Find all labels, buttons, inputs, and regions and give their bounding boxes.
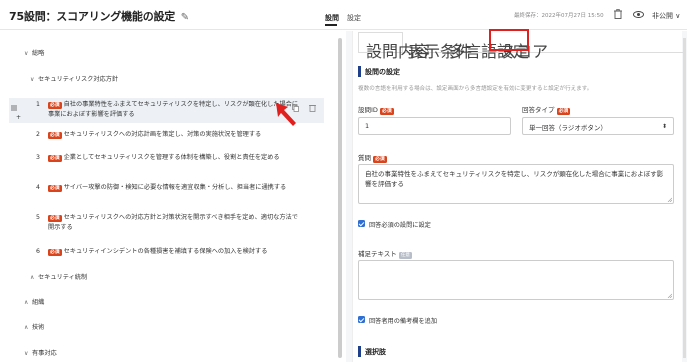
chevron-down-icon: ∨ [24,50,29,57]
required-badge: 必須 [373,155,387,163]
tree-node-label: セキュリティ統制 [38,274,88,281]
chevron-down-icon: ∨ [24,350,29,357]
answer-type-label: 回答タイプ 必須 [522,104,572,115]
page-title: 75設問：スコアリング機能の設定 ✎ [9,8,189,24]
question-text: セキュリティリスクへの対応方針と対策状況を開示すべき相手を定め、適切な方法で開示… [48,214,298,231]
tree-node-label: セキュリティリスク対応方針 [38,76,119,83]
tab-questions[interactable]: 設問 [325,14,339,22]
question-id-label-text: 設問ID [358,106,378,114]
tree-node-security-policy[interactable]: ∨ セキュリティリスク対応方針 [30,74,118,83]
question-text: セキュリティリスクへの対応計画を策定し、対策の実施状況を管理する [63,131,262,138]
question-id-value: 1 [365,122,370,130]
tree-node-organization[interactable]: ∧ 組織 [24,297,44,306]
add-icon[interactable]: + [16,114,21,121]
required-badge: 必須 [48,101,62,109]
section-bar [358,346,361,357]
chevron-up-icon: ∧ [24,324,29,331]
optional-badge: 任意 [398,251,413,259]
tree-node-label: 技術 [32,324,45,331]
supplement-label-text: 補足テキスト [358,250,397,258]
tree-scrollbar[interactable] [338,38,342,358]
page-title-text: 75設問：スコアリング機能の設定 [9,10,176,23]
choices-title: 選択肢 [365,348,386,356]
required-badge: 必須 [48,248,62,256]
active-tab-indicator [325,24,337,26]
pointer-arrow-icon [276,103,296,126]
top-bar: 75設問：スコアリング機能の設定 ✎ 設問 設定 最終保存：2022年07月27日… [0,0,687,30]
last-saved-text: 最終保存：2022年07月27日 15:50 [514,13,604,19]
question-number: 2 [36,131,40,138]
section-bar [358,66,361,77]
question-id-label: 設問ID 必須 [358,104,396,115]
required-badge: 必須 [380,107,394,115]
chevron-down-icon: ∨ [675,12,681,20]
tab-settings[interactable]: 設定 [347,14,361,22]
question-text-value: 自社の事業特性をふまえてセキュリティリスクを特定し、リスクが顕在化した場合に事業… [365,170,664,188]
required-badge: 必須 [48,154,62,162]
answer-type-select[interactable]: 単一回答（ラジオボタン） ⬍ [522,117,674,135]
question-text-field[interactable]: 自社の事業特性をふまえてセキュリティリスクを特定し、リスクが顕在化した場合に事業… [358,164,674,204]
remarks-checkbox[interactable] [358,316,365,323]
tree-node-summary[interactable]: ∨ 総略 [24,48,44,57]
section-description: 複数の言語を利用する場合は、設定画面から多言語設定を有効に変更すると設定が行えま… [358,86,593,92]
section-title: 設問の設定 [365,68,400,76]
select-arrows-icon: ⬍ [661,123,667,130]
visibility-status-label: 非公開 [652,12,673,20]
drag-handle-icon[interactable] [11,105,17,111]
eye-icon[interactable] [633,11,644,18]
score-tab-highlight [489,29,529,51]
question-label-text: 質問 [358,154,371,162]
edit-title-icon[interactable]: ✎ [181,12,189,23]
question-number: 5 [36,214,40,221]
remarks-checkbox-label: 回答者用の備考欄を追加 [369,318,438,325]
tree-node-label: 組織 [32,299,45,306]
question-number: 4 [36,184,40,191]
answer-type-label-text: 回答タイプ [522,106,555,114]
resize-handle-icon[interactable] [667,197,672,202]
tree-node-technology[interactable]: ∧ 技術 [24,322,44,331]
chevron-up-icon: ∧ [24,299,29,306]
trash-icon[interactable] [309,104,316,112]
question-id-field[interactable]: 1 [358,117,511,135]
question-text: 自社の事業特性をふまえてセキュリティリスクを特定し、リスクが顕在化した場合に事業… [48,101,299,118]
question-number: 3 [36,154,40,161]
tree-node-security-control[interactable]: ∧ セキュリティ統制 [30,272,87,281]
answer-type-value: 単一回答（ラジオボタン） [529,124,607,132]
question-label: 質問 必須 [358,152,389,163]
required-badge: 必須 [48,131,62,139]
tree-node-incident-response[interactable]: ∨ 有事対応 [24,348,57,357]
supplement-text-field[interactable] [358,260,674,300]
panel-scrollbar[interactable] [683,38,686,358]
tree-node-label: 有事対応 [32,350,57,357]
trash-icon[interactable] [614,9,622,19]
question-text: 企業としてセキュリティリスクを管理する体制を構築し、役割と責任を定める [63,154,280,161]
supplement-label: 補足テキスト 任意 [358,248,413,259]
resize-handle-icon[interactable] [667,293,672,298]
question-text: セキュリティインシデントの各種損害を補填する保険への加入を検討する [63,248,268,255]
main-tabs: 設問 設定 [325,13,369,26]
required-badge: 必須 [48,184,62,192]
tree-node-label: 総略 [32,50,45,57]
question-number: 6 [36,248,40,255]
required-checkbox[interactable] [358,220,365,227]
required-badge: 必須 [556,107,571,115]
chevron-down-icon: ∨ [30,76,35,83]
chevron-up-icon: ∧ [30,274,35,281]
required-badge: 必須 [48,214,62,222]
visibility-status[interactable]: 非公開 ∨ [652,11,680,21]
required-checkbox-label: 回答必須の設問に設定 [369,222,431,229]
question-text: サイバー攻撃の防御・検知に必要な情報を適宜収集・分析し、担当者に通携する [63,184,287,191]
question-number: 1 [36,101,40,108]
